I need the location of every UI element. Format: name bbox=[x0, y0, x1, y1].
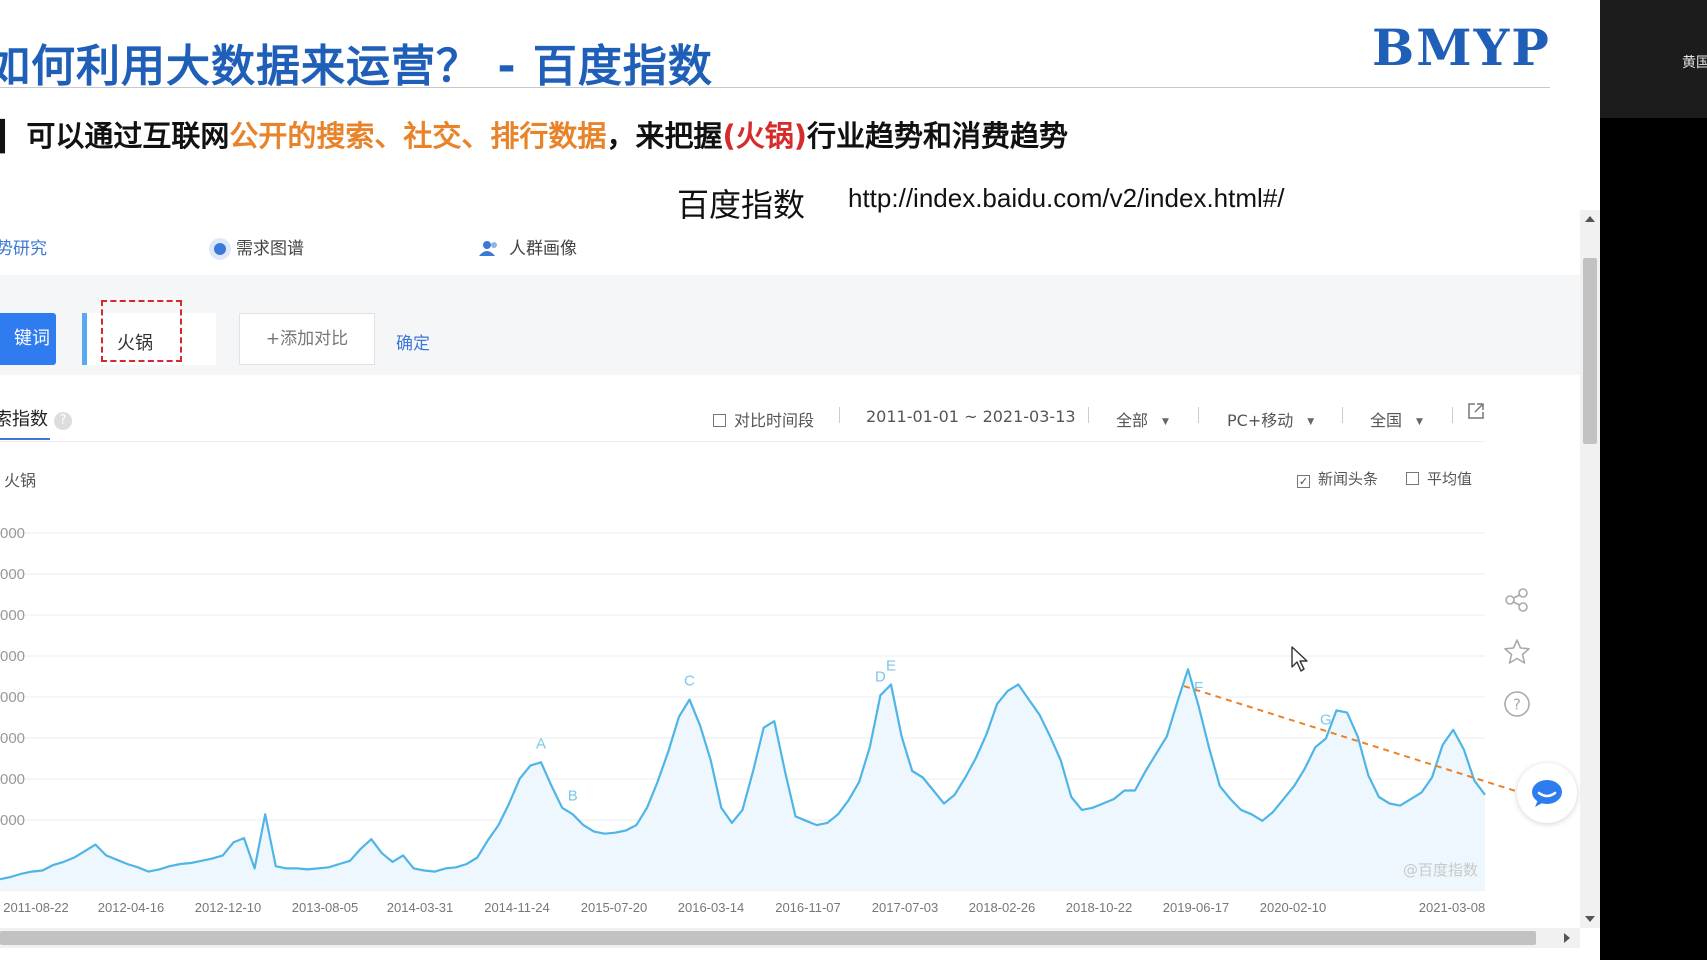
x-tick-label: 2016-03-14 bbox=[678, 900, 745, 915]
x-tick-label: 2014-11-24 bbox=[484, 900, 550, 915]
x-tick-label: 2020-02-10 bbox=[1260, 900, 1327, 915]
x-tick-label: 2021-03-08 bbox=[1419, 900, 1486, 915]
floating-toolbar: ? bbox=[1502, 585, 1534, 741]
mouse-cursor-icon bbox=[1291, 646, 1308, 672]
y-tick-label: 000 bbox=[0, 566, 25, 583]
keyword-highlight-box bbox=[101, 300, 182, 362]
x-tick-label: 2013-08-05 bbox=[292, 900, 359, 915]
y-tick-label: 000 bbox=[0, 730, 25, 747]
x-tick-label: 2018-02-26 bbox=[969, 900, 1036, 915]
annotation-label: B bbox=[568, 787, 578, 804]
chart-watermark: @百度指数 bbox=[1403, 861, 1478, 879]
series-area bbox=[0, 669, 1485, 890]
y-tick-label: 000 bbox=[0, 648, 25, 665]
y-tick-label: 000 bbox=[0, 525, 25, 542]
question-icon[interactable]: ? bbox=[1502, 689, 1532, 719]
x-tick-label: 2019-06-17 bbox=[1163, 900, 1230, 915]
annotation-label: G bbox=[1320, 712, 1332, 729]
y-tick-label: 000 bbox=[0, 812, 25, 829]
x-tick-label: 2016-11-07 bbox=[775, 900, 841, 915]
chat-bubble-icon bbox=[1532, 780, 1562, 807]
x-tick-label: 2012-12-10 bbox=[195, 900, 262, 915]
scroll-up-icon[interactable] bbox=[1585, 216, 1595, 222]
y-tick-label: 000 bbox=[0, 607, 25, 624]
x-tick-label: 2018-10-22 bbox=[1066, 900, 1133, 915]
horizontal-scroll-thumb[interactable] bbox=[0, 931, 1536, 945]
annotation-label: C bbox=[684, 673, 695, 690]
annotation-label: E bbox=[886, 657, 896, 674]
y-tick-label: 000 bbox=[0, 689, 25, 706]
y-tick-label: 000 bbox=[0, 771, 25, 788]
scroll-right-icon[interactable] bbox=[1564, 933, 1570, 943]
participant-name: 黄国 bbox=[1682, 55, 1707, 71]
share-icon[interactable] bbox=[1502, 585, 1532, 615]
search-index-chart: 000 000 000 000 000 000 000 000 A B C DE F G 2011-08-2… bbox=[0, 525, 1564, 915]
x-tick-label: 2014-03-31 bbox=[387, 900, 454, 915]
meeting-side-panel: 黄国 bbox=[1600, 0, 1707, 960]
svg-text:?: ? bbox=[1513, 696, 1521, 714]
x-tick-label: 2015-07-20 bbox=[581, 900, 648, 915]
participant-tile: 黄国 bbox=[1600, 0, 1707, 118]
vertical-scrollbar[interactable] bbox=[1580, 210, 1600, 928]
star-icon[interactable] bbox=[1502, 637, 1532, 667]
chat-button[interactable] bbox=[1517, 763, 1577, 823]
vertical-scroll-thumb[interactable] bbox=[1583, 258, 1597, 444]
slide: 如何利用大数据来运营？ - 百度指数 BMYP ▌ 可以通过互联网公开的搜索、社… bbox=[0, 0, 1600, 960]
x-tick-label: 2017-07-03 bbox=[872, 900, 939, 915]
horizontal-scrollbar[interactable] bbox=[0, 928, 1580, 948]
annotation-label: D bbox=[875, 668, 886, 685]
annotation-label: F bbox=[1194, 679, 1203, 696]
x-tick-label: 2011-08-22 bbox=[3, 900, 69, 915]
x-tick-label: 2012-04-16 bbox=[98, 900, 165, 915]
annotation-label: A bbox=[536, 735, 546, 752]
scroll-down-icon[interactable] bbox=[1585, 916, 1595, 922]
